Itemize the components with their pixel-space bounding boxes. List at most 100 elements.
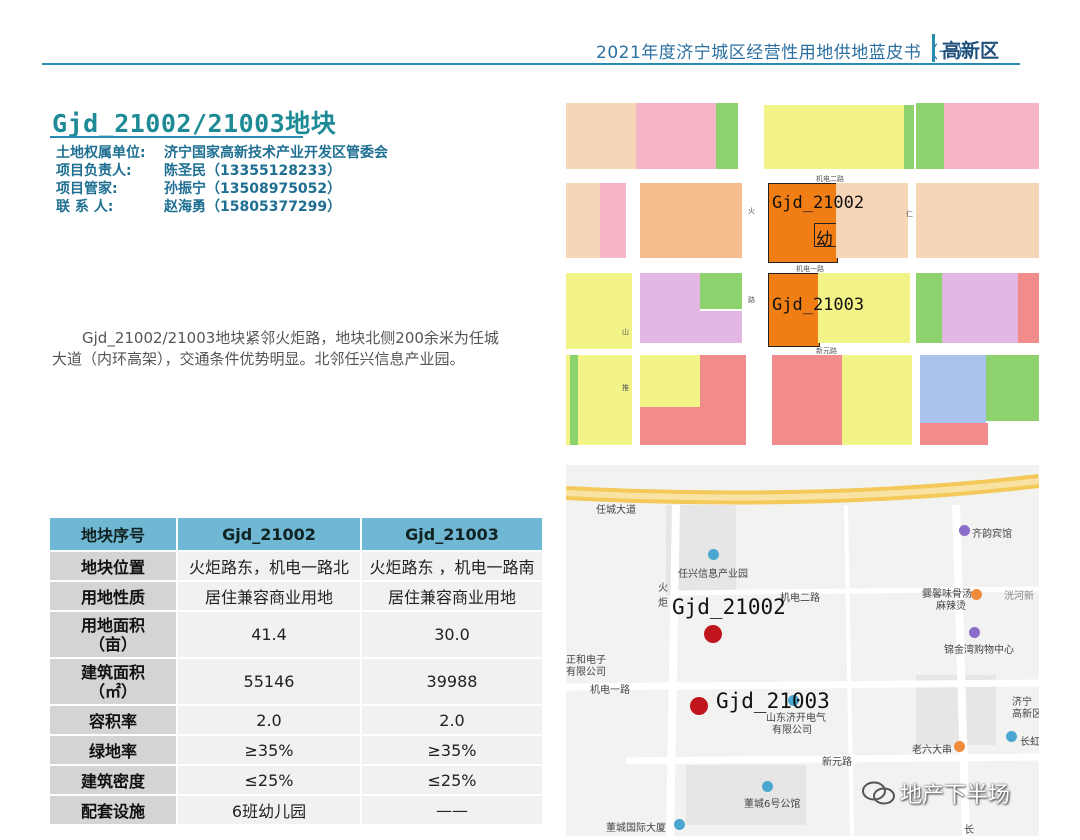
table-row: 建筑面积 （㎡） 55146 39988 [50, 657, 544, 705]
plot-b-label: Gjd_21003 [772, 295, 865, 315]
zone-block [566, 273, 632, 349]
zone-block [570, 355, 578, 445]
table-row: 地块位置 火炬路东，机电一路北 火炬路东 ，机电一路南 [50, 550, 544, 581]
contact-info: 土地权属单位: 济宁国家高新技术产业开发区管委会 项目负责人: 陈圣民（133551… [56, 144, 388, 216]
zone-block [700, 273, 742, 309]
zone-block [640, 183, 742, 258]
road-label: 任城大道 [596, 505, 636, 516]
cell-b: ≥35% [361, 734, 544, 765]
road-label: 新元路 [822, 757, 852, 768]
location-pin-icon [708, 549, 719, 560]
poi-label: 董城国际大厦 [606, 823, 666, 834]
poi-label: 麻辣烫 [936, 601, 966, 612]
road-label: 火 [748, 207, 755, 215]
cell-b: 居住兼容商业用地 [361, 580, 544, 611]
row-label-unit: （亩） [88, 634, 137, 654]
cell-a: 居住兼容商业用地 [177, 580, 362, 611]
info-value: 济宁国家高新技术产业开发区管委会 [164, 145, 388, 161]
info-key: 项目负责人: [56, 163, 132, 179]
zone-block [684, 311, 742, 343]
changhong-pin-icon [1006, 731, 1017, 742]
zoning-map: 机电二路 火 幼 Gjd_21002 仁 机电一路 山 路 Gjd_21003 … [566, 103, 1039, 445]
info-key: 联 系 人: [56, 199, 114, 215]
cell-b: 2.0 [361, 704, 544, 735]
watermark: 地产下半场 [862, 777, 1010, 809]
tower-pin-icon [674, 819, 685, 830]
cell-a: 55146 [177, 657, 362, 705]
food-pin-icon [971, 589, 982, 600]
row-label: 用地性质 [50, 580, 178, 611]
zone-block [916, 103, 944, 169]
zone-block [916, 273, 942, 343]
row-label: 绿地率 [50, 734, 178, 765]
zone-block [920, 423, 988, 445]
row-label: 地块位置 [50, 550, 178, 581]
header-separator [932, 34, 935, 62]
header-district: 高新区 [942, 40, 1000, 62]
hotel-pin-icon [959, 525, 970, 536]
zone-block [772, 355, 842, 445]
road-label: 路 [748, 296, 755, 304]
table-header: Gjd_21002 [177, 518, 362, 551]
plot-title: Gjd_21002/21003地块 [52, 109, 337, 138]
info-key: 项目管家: [56, 181, 118, 197]
cell-b: 30.0 [361, 610, 544, 658]
poi-label: 洸河新 [1004, 591, 1034, 602]
poi-label: 长 [964, 825, 974, 836]
plot-b-map-label: Gjd_21003 [716, 689, 830, 713]
info-value: 陈圣民（13355128233） [164, 163, 342, 179]
row-label: 建筑面积 （㎡） [50, 657, 178, 705]
row-label: 配套设施 [50, 794, 178, 824]
cell-a: ≤25% [177, 764, 362, 795]
row-label: 容积率 [50, 704, 178, 735]
info-row-manager: 项目管家: 孙振宁（13508975052） [56, 180, 388, 198]
zone-block [600, 183, 626, 258]
watermark-text: 地产下半场 [900, 783, 1011, 808]
kindergarten-label: 幼 [816, 230, 833, 250]
row-label: 用地面积 （亩） [50, 610, 178, 658]
zone-block [920, 355, 986, 423]
zone-block [842, 355, 912, 445]
row-label: 建筑密度 [50, 764, 178, 795]
zone-block [916, 183, 1039, 258]
header-rule [42, 63, 1020, 65]
zone-block [904, 105, 914, 169]
zone-block [944, 103, 1039, 169]
poi-label: 长虹 [1020, 737, 1039, 748]
zone-block [640, 407, 710, 445]
cell-a: 2.0 [177, 704, 362, 735]
restaurant-pin-icon [954, 741, 965, 752]
plot-a-map-label: Gjd_21002 [672, 595, 786, 619]
plot-a-label: Gjd_21002 [772, 193, 865, 213]
cell-a: ≥35% [177, 734, 362, 765]
poi-label: 有限公司 [566, 667, 606, 678]
poi-label: 任兴信息产业园 [678, 569, 748, 580]
zone-block [566, 103, 636, 169]
table-header-row: 地块序号 Gjd_21002 Gjd_21003 [50, 518, 544, 551]
plot-data-table: 地块序号 Gjd_21002 Gjd_21003 地块位置 火炬路东，机电一路北… [50, 518, 544, 824]
zone-block [636, 103, 716, 169]
table-header: Gjd_21003 [361, 518, 544, 551]
poi-label: 董城6号公馆 [744, 799, 801, 810]
residence-pin-icon [762, 781, 773, 792]
cell-a: 6班幼儿园 [177, 794, 362, 824]
info-value: 赵海勇（15805377299） [164, 199, 342, 215]
table-header: 地块序号 [50, 518, 178, 551]
table-row: 用地面积 （亩） 41.4 30.0 [50, 610, 544, 658]
road-label: 机电二路 [780, 593, 820, 604]
row-label-line: 建筑面积 [80, 662, 145, 682]
poi-label: 有限公司 [772, 725, 812, 736]
zone-block [986, 355, 1039, 421]
road-label: 仁 [906, 210, 913, 218]
mall-pin-icon [969, 627, 980, 638]
zone-block [640, 355, 700, 407]
zone-block [1018, 273, 1039, 343]
row-label-unit: （㎡） [88, 681, 137, 701]
table-row: 绿地率 ≥35% ≥35% [50, 734, 544, 765]
zone-block [764, 105, 904, 169]
poi-label: 高新区 [1012, 709, 1039, 720]
row-label-line: 用地面积 [80, 615, 145, 635]
header-title: 2021年度济宁城区经营性用地供地蓝皮书（一） [596, 43, 974, 63]
cell-b: 39988 [361, 657, 544, 705]
info-key: 土地权属单位: [56, 145, 146, 161]
